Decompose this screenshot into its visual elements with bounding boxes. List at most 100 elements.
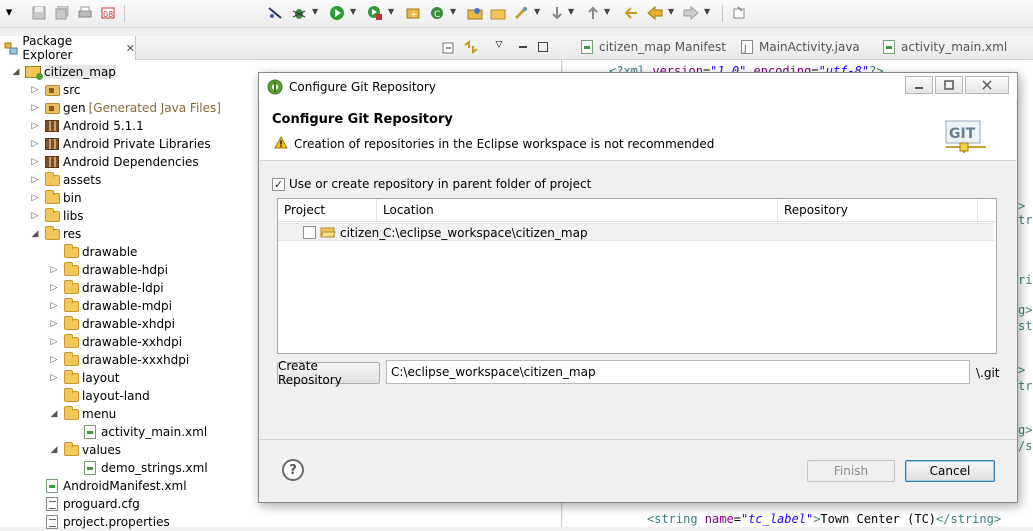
tree-item[interactable]: ▷ bin (29, 189, 82, 207)
create-repository-button[interactable]: Create Repository (277, 359, 380, 387)
tree-item[interactable]: ▷ layout (48, 369, 119, 387)
tab-activity-main-xml[interactable]: activity_main.xml (881, 40, 1007, 54)
collapsed-arrow-icon[interactable]: ▷ (48, 337, 60, 347)
finish-button[interactable]: Finish (807, 460, 895, 482)
tree-item[interactable]: ▷ assets (29, 171, 101, 189)
new-class-icon[interactable]: C (428, 5, 446, 21)
run-dropdown-icon[interactable]: ▼ (350, 7, 356, 16)
tree-item[interactable]: ▷ drawable-ldpi (48, 279, 164, 297)
forward-dropdown-icon[interactable]: ▼ (704, 7, 710, 16)
new-java-project-icon[interactable]: + (404, 5, 422, 21)
expanded-arrow-icon[interactable]: ◢ (48, 409, 60, 419)
external-tools-icon[interactable] (366, 5, 384, 21)
tree-item[interactable]: ▷ Android 5.1.1 (29, 117, 144, 135)
open-task-icon[interactable] (512, 5, 530, 21)
save-icon[interactable] (30, 5, 48, 21)
open-task-dropdown-icon[interactable]: ▼ (534, 7, 540, 16)
forward-icon[interactable] (682, 5, 700, 21)
close-tab-icon[interactable]: ✕ (126, 42, 135, 55)
minimize-window-button[interactable] (905, 76, 933, 94)
tree-item[interactable]: ▷ drawable-xxxhdpi (48, 351, 189, 369)
debug-dropdown-icon[interactable]: ▼ (312, 7, 318, 16)
close-window-button[interactable] (965, 76, 1009, 94)
tab-package-explorer[interactable]: Package Explorer ✕ (0, 34, 136, 62)
maximize-view-icon[interactable] (534, 39, 552, 55)
minimize-view-icon[interactable] (514, 39, 532, 55)
collapsed-arrow-icon[interactable]: ▷ (48, 283, 60, 293)
back-dropdown-icon[interactable]: ▼ (668, 7, 674, 16)
expanded-arrow-icon[interactable]: ◢ (48, 445, 60, 455)
external-tools-dropdown-icon[interactable]: ▼ (388, 7, 394, 16)
link-with-editor-icon[interactable] (462, 39, 480, 55)
android-sdk-icon[interactable]: 08 (99, 5, 117, 21)
new-icon[interactable]: ▾ (0, 5, 18, 21)
collapsed-arrow-icon[interactable]: ▷ (29, 85, 41, 95)
tree-item[interactable]: ▷ gen [Generated Java Files] (29, 99, 221, 117)
previous-annotation-icon[interactable] (584, 5, 602, 21)
collapsed-arrow-icon[interactable]: ▷ (29, 175, 41, 185)
tree-item[interactable]: ▷ drawable-xhdpi (48, 315, 175, 333)
tree-item[interactable]: demo_strings.xml (67, 459, 208, 477)
next-annotation-dropdown-icon[interactable]: ▼ (568, 7, 574, 16)
collapsed-arrow-icon[interactable]: ▷ (48, 301, 60, 311)
column-header-project[interactable]: Project (278, 199, 377, 221)
column-header-location[interactable]: Location (377, 199, 778, 221)
use-parent-folder-checkbox[interactable]: ✓ (272, 177, 285, 191)
tree-item[interactable]: ▷ libs (29, 207, 84, 225)
tree-item[interactable]: AndroidManifest.xml (29, 477, 187, 495)
open-folder-icon[interactable] (489, 5, 507, 21)
tree-item[interactable]: ◢ citizen_map (10, 63, 116, 81)
tree-item[interactable]: ◢ res (29, 225, 81, 243)
collapsed-arrow-icon[interactable]: ▷ (29, 103, 41, 113)
repository-path-input[interactable] (386, 360, 970, 384)
collapsed-arrow-icon[interactable]: ▷ (29, 157, 41, 167)
collapsed-arrow-icon[interactable]: ▷ (29, 193, 41, 203)
tree-item[interactable]: ◢ values (48, 441, 121, 459)
tree-item[interactable]: ▷ Android Private Libraries (29, 135, 211, 153)
tree-item[interactable]: ◢ menu (48, 405, 116, 423)
tree-item[interactable]: ▷ Android Dependencies (29, 153, 199, 171)
collapsed-arrow-icon[interactable]: ▷ (48, 373, 60, 383)
previous-annotation-dropdown-icon[interactable]: ▼ (604, 7, 610, 16)
expanded-arrow-icon[interactable]: ◢ (29, 229, 41, 239)
column-header-repository[interactable]: Repository (778, 199, 978, 221)
run-icon[interactable] (328, 5, 346, 21)
tree-item[interactable]: layout-land (48, 387, 150, 405)
maximize-window-button[interactable] (935, 76, 963, 94)
open-type-icon[interactable] (466, 5, 484, 21)
collapsed-arrow-icon[interactable]: ▷ (29, 121, 41, 131)
collapsed-arrow-icon[interactable]: ▷ (29, 211, 41, 221)
tree-item[interactable]: ▷ src (29, 81, 81, 99)
back-icon[interactable] (646, 5, 664, 21)
tree-item[interactable]: ▷ drawable-mdpi (48, 297, 172, 315)
tree-item[interactable]: drawable (48, 243, 137, 261)
collapsed-arrow-icon[interactable]: ▷ (48, 319, 60, 329)
tab-citizen-map-manifest[interactable]: citizen_map Manifest (579, 40, 726, 54)
row-checkbox[interactable] (303, 226, 316, 239)
save-all-icon[interactable] (53, 5, 71, 21)
help-icon[interactable]: ? (282, 459, 304, 481)
tree-item[interactable]: activity_main.xml (67, 423, 207, 441)
cancel-button[interactable]: Cancel (905, 460, 995, 482)
tree-item[interactable]: ▷ drawable-xxhdpi (48, 333, 182, 351)
pin-editor-icon[interactable] (730, 5, 748, 21)
last-edit-location-icon[interactable] (622, 5, 640, 21)
next-annotation-icon[interactable] (548, 5, 566, 21)
collapsed-arrow-icon[interactable]: ▷ (29, 139, 41, 149)
new-class-dropdown-icon[interactable]: ▼ (450, 7, 456, 16)
collapsed-arrow-icon[interactable]: ▷ (48, 355, 60, 365)
use-parent-folder-option[interactable]: ✓ Use or create repository in parent fol… (272, 177, 591, 191)
collapse-all-icon[interactable] (440, 39, 458, 55)
debug-icon[interactable] (290, 5, 308, 21)
skip-breakpoints-icon[interactable] (266, 5, 284, 21)
tree-item[interactable]: proguard.cfg (29, 495, 140, 513)
table-row[interactable]: citizen_ C:\eclipse_workspace\citizen_ma… (278, 223, 994, 241)
collapsed-arrow-icon[interactable]: ▷ (48, 265, 60, 275)
view-menu-icon[interactable]: ▽ (490, 37, 508, 53)
use-parent-folder-label: Use or create repository in parent folde… (289, 177, 592, 191)
tree-item[interactable]: project.properties (29, 513, 170, 531)
print-icon[interactable] (76, 5, 94, 21)
tree-item[interactable]: ▷ drawable-hdpi (48, 261, 168, 279)
tab-main-activity-java[interactable]: J MainActivity.java (739, 40, 860, 54)
expanded-arrow-icon[interactable]: ◢ (10, 67, 22, 77)
